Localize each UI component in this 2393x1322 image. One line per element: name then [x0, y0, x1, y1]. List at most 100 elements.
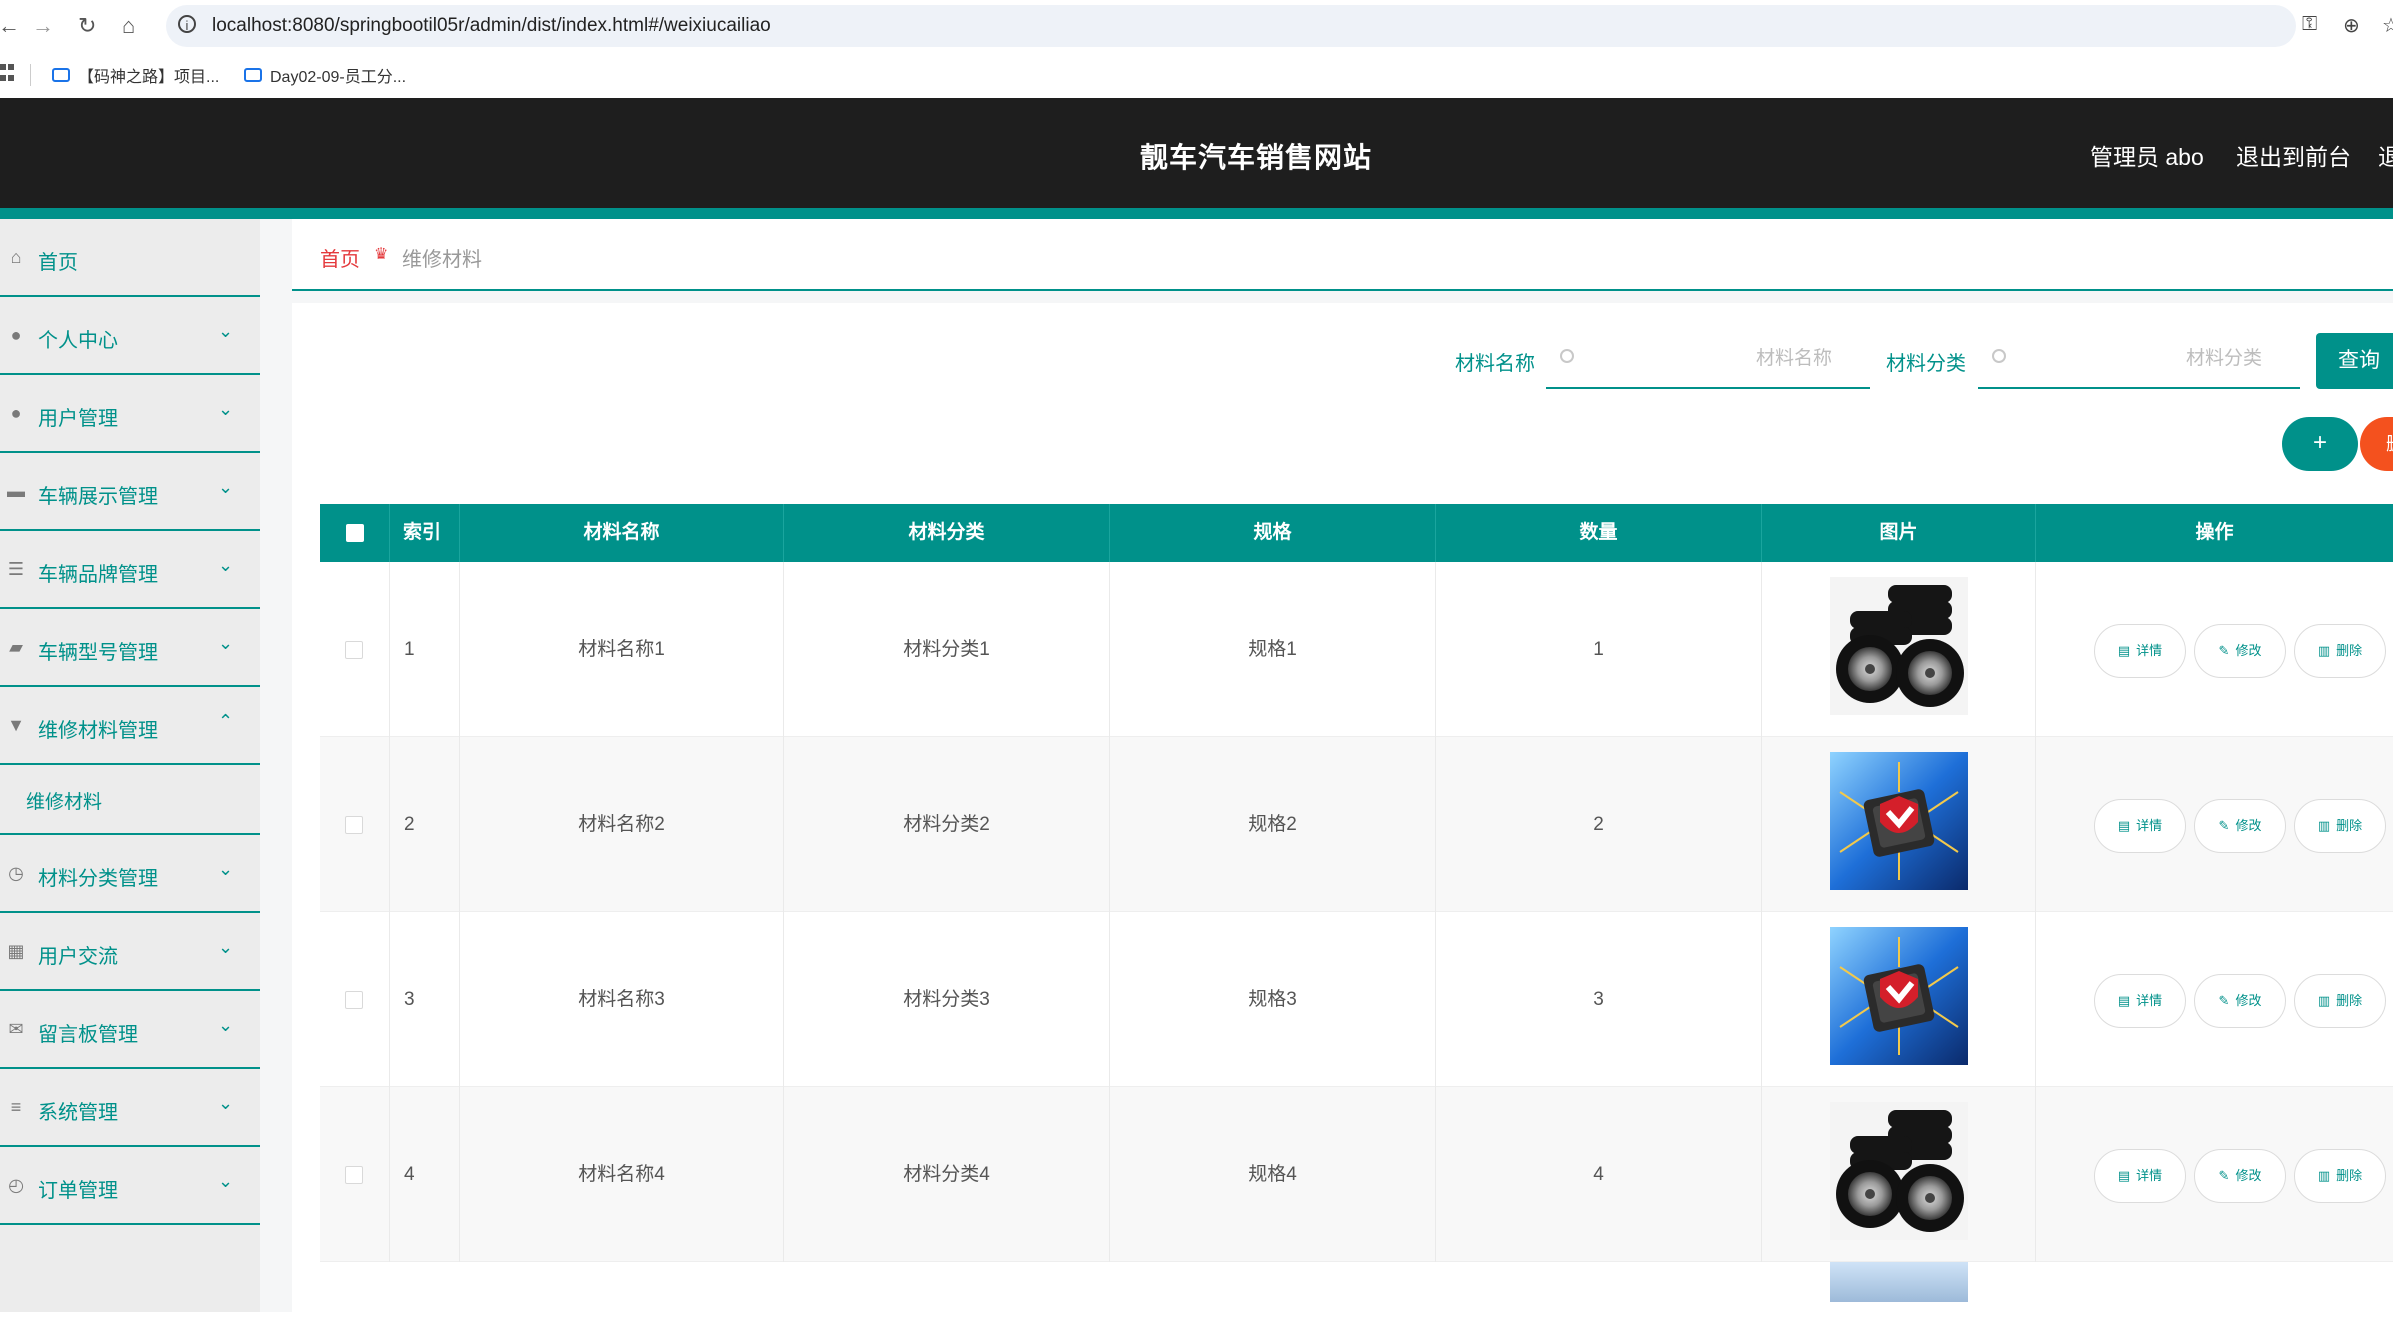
row-select-cell: [320, 562, 390, 737]
delete-button[interactable]: ▥ 删除: [2294, 974, 2386, 1028]
delete-button[interactable]: ▥ 删除: [2294, 799, 2386, 853]
sidebar-item-home[interactable]: ⌂ 首页: [0, 219, 260, 297]
bookmark-item[interactable]: 【码神之路】项目...: [52, 63, 219, 87]
compass-icon: ◴: [8, 1175, 24, 1195]
tires-image[interactable]: [1830, 577, 1968, 715]
sidebar-item-user-exchange[interactable]: ▦ 用户交流 ⌄: [0, 913, 260, 991]
material-category-input[interactable]: [2018, 343, 2264, 375]
chevron-down-icon: ⌄: [218, 321, 234, 341]
sidebar-item-label: 维修材料管理: [38, 720, 158, 742]
edit-button[interactable]: ✎ 修改: [2194, 799, 2286, 853]
row-checkbox[interactable]: [345, 641, 363, 659]
logout-link[interactable]: 退: [2378, 138, 2393, 172]
row-quantity: 2: [1436, 737, 1762, 912]
sidebar-item-label: 车辆型号管理: [38, 642, 158, 664]
grid-icon: ▦: [7, 941, 25, 961]
bookmark-item[interactable]: Day02-09-员工分...: [244, 63, 406, 87]
sidebar-item-repair-material[interactable]: ▼ 维修材料管理 ⌃: [0, 687, 260, 765]
row-select-cell: [320, 912, 390, 1087]
edit-button-label: 修改: [2235, 643, 2262, 658]
delete-button[interactable]: ▥ 删除: [2294, 1149, 2386, 1203]
sidebar-item-vehicle-display[interactable]: ▬ 车辆展示管理 ⌄: [0, 453, 260, 531]
edit-button-label: 修改: [2235, 818, 2262, 833]
delete-button[interactable]: ▥ 删除: [2294, 624, 2386, 678]
site-info-icon[interactable]: i: [178, 15, 196, 33]
reload-icon[interactable]: ↻: [78, 14, 96, 38]
row-quantity: 3: [1436, 912, 1762, 1087]
add-button[interactable]: +: [2282, 417, 2358, 471]
material-name-input[interactable]: [1586, 343, 1834, 375]
row-checkbox[interactable]: [345, 816, 363, 834]
row-image-cell: [1762, 737, 2036, 912]
row-spec: 规格4: [1110, 1087, 1436, 1262]
sidebar-item-system[interactable]: ≡ 系统管理 ⌄: [0, 1069, 260, 1147]
detail-button[interactable]: ▤ 详情: [2094, 624, 2186, 678]
user-icon: ●: [10, 325, 22, 345]
star-icon[interactable]: ☆: [2382, 13, 2393, 38]
table-row: 4 材料名称4 材料分类4 规格4 4 ▤ 详情 ✎ 修改 ▥ 删除: [320, 1087, 2393, 1262]
sidebar-item-vehicle-brand[interactable]: ☰ 车辆品牌管理 ⌄: [0, 531, 260, 609]
chevron-down-icon: ⌄: [218, 555, 234, 575]
url-text: localhost:8080/springbootil05r/admin/dis…: [212, 15, 771, 36]
row-quantity: 4: [1436, 1087, 1762, 1262]
back-icon[interactable]: ←: [0, 14, 20, 38]
sidebar-item-user-management[interactable]: ● 用户管理 ⌄: [0, 375, 260, 453]
detail-button[interactable]: ▤ 详情: [2094, 1149, 2186, 1203]
row-checkbox[interactable]: [345, 991, 363, 1009]
chip-image[interactable]: [1830, 752, 1968, 890]
edit-button[interactable]: ✎ 修改: [2194, 1149, 2286, 1203]
detail-button-label: 详情: [2136, 643, 2163, 658]
sidebar-item-material-category[interactable]: ◷ 材料分类管理 ⌄: [0, 835, 260, 913]
home-icon[interactable]: ⌂: [122, 14, 135, 38]
row-index: 2: [390, 737, 460, 912]
banner-image: [1830, 1262, 1968, 1302]
apps-icon[interactable]: [0, 64, 14, 84]
edit-button[interactable]: ✎ 修改: [2194, 624, 2286, 678]
material-name-field[interactable]: [1546, 329, 1870, 389]
batch-delete-button[interactable]: 删: [2360, 417, 2393, 471]
material-category-label: 材料分类: [1886, 353, 1966, 375]
sliders-icon: ☰: [7, 559, 25, 579]
detail-button-label: 详情: [2136, 818, 2163, 833]
address-bar[interactable]: i localhost:8080/springbootil05r/admin/d…: [166, 5, 2296, 47]
material-category-field[interactable]: [1978, 329, 2300, 389]
detail-button-label: 详情: [2136, 1168, 2163, 1183]
select-all-cell: [320, 504, 390, 562]
zoom-icon[interactable]: ⊕: [2343, 13, 2360, 38]
site-title: 靓车汽车销售网站: [1140, 142, 1373, 173]
tires-image[interactable]: [1830, 1102, 1968, 1240]
sidebar-subitem-repair-material[interactable]: 维修材料: [0, 765, 260, 835]
chevron-down-icon: ⌄: [218, 399, 234, 419]
chevron-down-icon: ⌄: [218, 633, 234, 653]
key-icon[interactable]: ⚿: [2302, 13, 2317, 36]
sidebar: ⌂ 首页 ● 个人中心 ⌄ ● 用户管理 ⌄ ▬ 车辆展示管理 ⌄ ☰ 车辆品牌…: [0, 219, 260, 1312]
sidebar-item-label: 车辆品牌管理: [38, 564, 158, 586]
sidebar-item-label: 订单管理: [38, 1180, 118, 1202]
forward-icon[interactable]: →: [32, 14, 54, 38]
row-spec: 规格3: [1110, 912, 1436, 1087]
app-header: 靓车汽车销售网站 管理员 abo 退出到前台 退: [0, 98, 2393, 208]
select-all-checkbox[interactable]: [346, 524, 364, 542]
column-header-actions: 操作: [2195, 522, 2234, 543]
column-header-category: 材料分类: [784, 504, 1110, 562]
user-icon: ●: [10, 403, 22, 423]
sidebar-item-personal-center[interactable]: ● 个人中心 ⌄: [0, 297, 260, 375]
edit-button[interactable]: ✎ 修改: [2194, 974, 2286, 1028]
row-material-name: 材料名称2: [460, 737, 784, 912]
sidebar-item-message-board[interactable]: ✉ 留言板管理 ⌄: [0, 991, 260, 1069]
detail-icon: ▤: [2117, 643, 2131, 658]
exit-to-front-link[interactable]: 退出到前台: [2236, 138, 2351, 172]
detail-button[interactable]: ▤ 详情: [2094, 799, 2186, 853]
breadcrumb-home-link[interactable]: 首页: [320, 243, 360, 272]
home-icon: ⌂: [10, 247, 22, 267]
chevron-down-icon: ⌄: [218, 1093, 234, 1113]
query-button[interactable]: 查询: [2316, 333, 2393, 389]
chip-image[interactable]: [1830, 927, 1968, 1065]
bookmarks-bar: 【码神之路】项目... Day02-09-员工分...: [0, 52, 2393, 99]
row-actions-cell: ▤ 详情 ✎ 修改 ▥ 删除: [2036, 912, 2393, 1087]
detail-button[interactable]: ▤ 详情: [2094, 974, 2186, 1028]
trash-icon: ▥: [2317, 993, 2331, 1008]
sidebar-item-orders[interactable]: ◴ 订单管理 ⌄: [0, 1147, 260, 1225]
sidebar-item-vehicle-model[interactable]: ▰ 车辆型号管理 ⌄: [0, 609, 260, 687]
row-checkbox[interactable]: [345, 1166, 363, 1184]
